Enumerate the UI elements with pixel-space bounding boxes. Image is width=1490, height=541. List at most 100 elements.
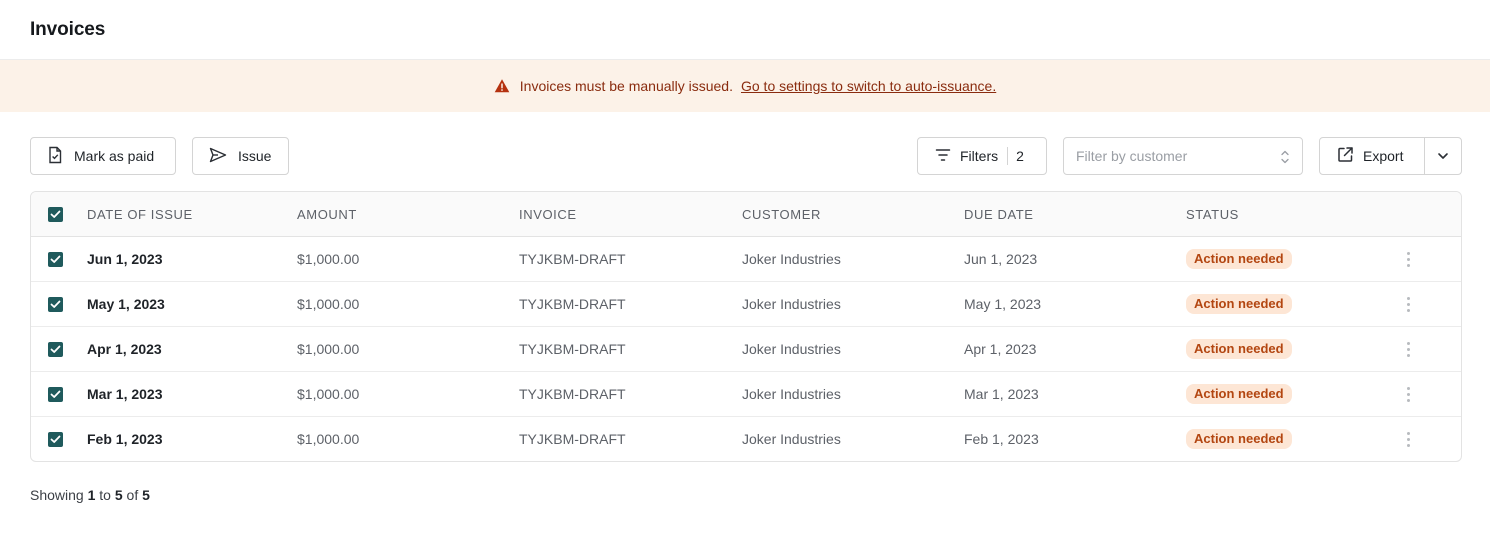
- row-checkbox-cell: [48, 237, 63, 281]
- settings-link[interactable]: Go to settings to switch to auto-issuanc…: [741, 78, 996, 94]
- export-label: Export: [1363, 148, 1404, 164]
- export-options-button[interactable]: [1425, 138, 1461, 174]
- export-button[interactable]: Export: [1320, 138, 1425, 174]
- row-actions-button[interactable]: [1399, 417, 1417, 461]
- date-of-issue-cell: Apr 1, 2023: [87, 341, 162, 357]
- status-badge: Action needed: [1186, 384, 1292, 404]
- table-row[interactable]: Jun 1, 2023 $1,000.00 TYJKBM-DRAFT Joker…: [31, 237, 1461, 282]
- external-link-icon: [1337, 146, 1354, 166]
- banner-message: Invoices must be manually issued.: [519, 78, 733, 94]
- row-checkbox-cell: [48, 417, 63, 461]
- filters-count: 2: [1016, 148, 1024, 164]
- more-vertical-icon: [1406, 386, 1410, 402]
- more-vertical-icon: [1406, 341, 1410, 357]
- amount-cell: $1,000.00: [297, 341, 360, 357]
- column-header-due-date[interactable]: DUE DATE: [964, 192, 1034, 236]
- row-checkbox[interactable]: [48, 251, 63, 267]
- toolbar: Mark as paid Issue Filters 2 Filter by c…: [30, 137, 1462, 175]
- issue-label: Issue: [238, 148, 272, 164]
- date-of-issue-cell: Feb 1, 2023: [87, 431, 163, 447]
- table-row[interactable]: Apr 1, 2023 $1,000.00 TYJKBM-DRAFT Joker…: [31, 327, 1461, 372]
- amount-cell: $1,000.00: [297, 251, 360, 267]
- invoice-cell: TYJKBM-DRAFT: [519, 386, 626, 402]
- filters-button[interactable]: Filters 2: [917, 137, 1047, 175]
- row-checkbox[interactable]: [48, 386, 63, 402]
- column-header-date-of-issue[interactable]: DATE OF ISSUE: [87, 192, 193, 236]
- status-cell: Action needed: [1186, 372, 1292, 416]
- row-actions-button[interactable]: [1399, 372, 1417, 416]
- mark-as-paid-label: Mark as paid: [74, 148, 155, 164]
- chevron-up-down-icon: [1280, 149, 1290, 168]
- due-date-cell: May 1, 2023: [964, 296, 1042, 312]
- pagination-prefix: Showing: [30, 487, 84, 503]
- manual-issuance-banner: Invoices must be manually issued. Go to …: [0, 60, 1490, 112]
- invoice-cell: TYJKBM-DRAFT: [519, 341, 626, 357]
- row-checkbox-cell: [48, 327, 63, 371]
- status-cell: Action needed: [1186, 237, 1292, 281]
- send-icon: [209, 147, 227, 166]
- pagination-summary: Showing 1 to 5 of 5: [30, 487, 150, 503]
- due-date-cell: Apr 1, 2023: [964, 341, 1037, 357]
- amount-cell: $1,000.00: [297, 296, 360, 312]
- customer-filter-select[interactable]: Filter by customer: [1063, 137, 1303, 175]
- document-check-icon: [47, 146, 63, 167]
- pagination-total: 5: [142, 487, 150, 503]
- customer-cell: Joker Industries: [742, 341, 841, 357]
- chevron-down-icon: [1437, 147, 1449, 165]
- export-button-group: Export: [1319, 137, 1462, 175]
- column-header-invoice[interactable]: INVOICE: [519, 192, 577, 236]
- pagination-from: 1: [87, 487, 96, 503]
- table-row[interactable]: Feb 1, 2023 $1,000.00 TYJKBM-DRAFT Joker…: [31, 417, 1461, 461]
- customer-cell: Joker Industries: [742, 296, 841, 312]
- row-actions-button[interactable]: [1399, 282, 1417, 326]
- mark-as-paid-button[interactable]: Mark as paid: [30, 137, 176, 175]
- issue-button[interactable]: Issue: [192, 137, 289, 175]
- filters-divider: [1007, 147, 1009, 165]
- customer-filter-placeholder: Filter by customer: [1076, 148, 1188, 164]
- pagination-of-word: of: [126, 487, 139, 503]
- more-vertical-icon: [1406, 251, 1410, 267]
- page-header: Invoices: [0, 0, 1490, 60]
- more-vertical-icon: [1406, 296, 1410, 312]
- amount-cell: $1,000.00: [297, 431, 360, 447]
- status-badge: Action needed: [1186, 249, 1292, 269]
- row-checkbox[interactable]: [48, 341, 63, 357]
- filters-label: Filters: [960, 148, 999, 164]
- pagination-to-word: to: [99, 487, 111, 503]
- warning-icon: [494, 78, 510, 94]
- filter-icon: [935, 148, 951, 165]
- due-date-cell: Mar 1, 2023: [964, 386, 1039, 402]
- due-date-cell: Feb 1, 2023: [964, 431, 1039, 447]
- amount-cell: $1,000.00: [297, 386, 360, 402]
- column-header-status[interactable]: STATUS: [1186, 192, 1239, 236]
- table-row[interactable]: May 1, 2023 $1,000.00 TYJKBM-DRAFT Joker…: [31, 282, 1461, 327]
- status-badge: Action needed: [1186, 339, 1292, 359]
- date-of-issue-cell: Jun 1, 2023: [87, 251, 163, 267]
- status-cell: Action needed: [1186, 282, 1292, 326]
- table-header: DATE OF ISSUE AMOUNT INVOICE CUSTOMER DU…: [31, 192, 1461, 237]
- due-date-cell: Jun 1, 2023: [964, 251, 1038, 267]
- column-header-amount[interactable]: AMOUNT: [297, 192, 357, 236]
- row-checkbox[interactable]: [48, 431, 63, 447]
- invoice-cell: TYJKBM-DRAFT: [519, 296, 626, 312]
- pagination-to: 5: [114, 487, 123, 503]
- row-checkbox[interactable]: [48, 296, 63, 312]
- customer-cell: Joker Industries: [742, 386, 841, 402]
- table-row[interactable]: Mar 1, 2023 $1,000.00 TYJKBM-DRAFT Joker…: [31, 372, 1461, 417]
- row-checkbox-cell: [48, 282, 63, 326]
- invoice-cell: TYJKBM-DRAFT: [519, 431, 626, 447]
- select-all-checkbox-cell: [48, 192, 63, 236]
- status-badge: Action needed: [1186, 429, 1292, 449]
- page-title: Invoices: [30, 18, 106, 40]
- row-actions-button[interactable]: [1399, 327, 1417, 371]
- row-actions-button[interactable]: [1399, 237, 1417, 281]
- status-cell: Action needed: [1186, 417, 1292, 461]
- row-checkbox-cell: [48, 372, 63, 416]
- status-badge: Action needed: [1186, 294, 1292, 314]
- more-vertical-icon: [1406, 431, 1410, 447]
- status-cell: Action needed: [1186, 327, 1292, 371]
- customer-cell: Joker Industries: [742, 251, 841, 267]
- select-all-checkbox[interactable]: [48, 206, 63, 222]
- customer-cell: Joker Industries: [742, 431, 841, 447]
- column-header-customer[interactable]: CUSTOMER: [742, 192, 821, 236]
